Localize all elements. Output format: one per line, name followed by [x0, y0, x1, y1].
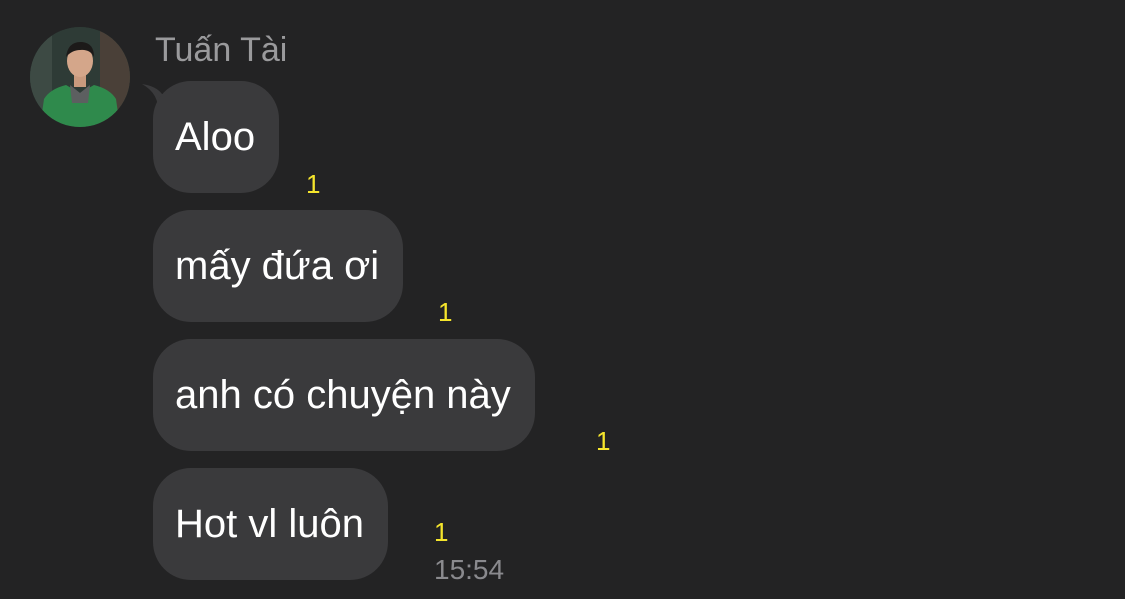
message-bubble[interactable]: Aloo — [153, 81, 280, 193]
message-bubble[interactable]: mấy đứa ơi — [153, 210, 404, 322]
message-bubble[interactable]: anh có chuyện này — [153, 339, 535, 451]
message-timestamp: 15:54 — [434, 554, 505, 585]
message-text: mấy đứa ơi — [175, 244, 380, 288]
message-text: Aloo — [175, 115, 256, 159]
profile-photo-icon — [30, 27, 130, 127]
unread-count: 1 — [306, 169, 321, 199]
unread-count: 1 — [438, 297, 453, 327]
message-bubble[interactable]: Hot vl luôn — [153, 468, 388, 580]
message-text: anh có chuyện này — [175, 373, 511, 417]
unread-count: 1 — [434, 517, 449, 547]
message-text: Hot vl luôn — [175, 502, 364, 546]
sender-name: Tuấn Tài — [155, 31, 288, 69]
unread-count: 1 — [596, 426, 611, 456]
avatar[interactable] — [30, 27, 130, 127]
